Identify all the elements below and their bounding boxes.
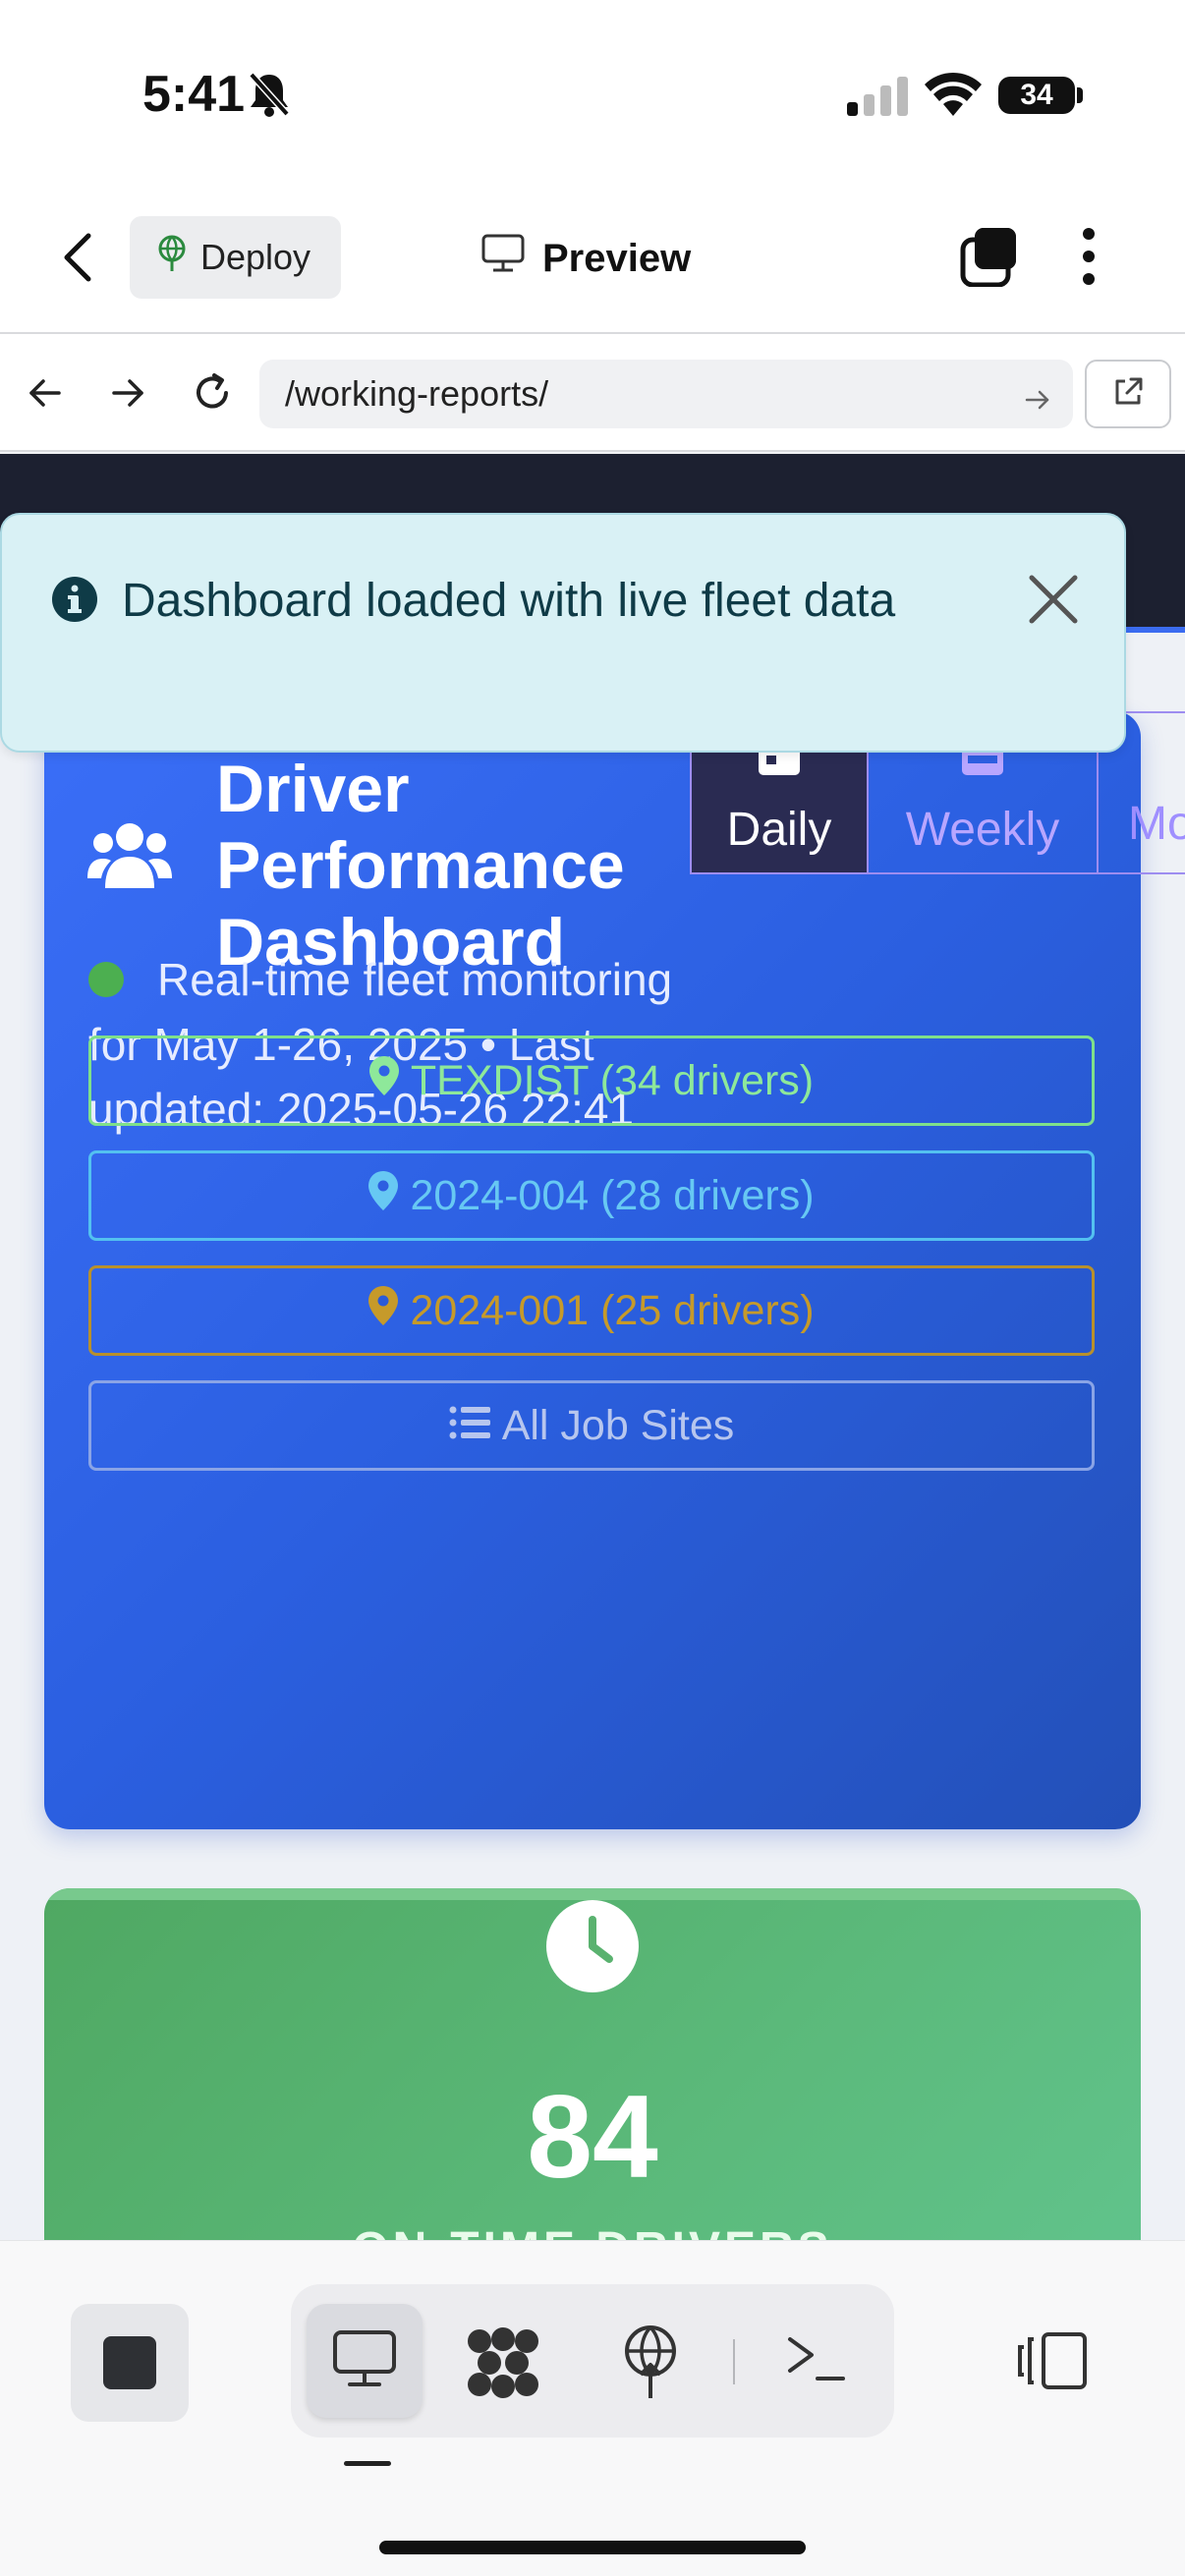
stop-button[interactable] <box>71 2304 189 2422</box>
more-options-icon[interactable] <box>1081 226 1097 292</box>
deploy-icon[interactable] <box>621 2325 680 2405</box>
dashboard-title: Driver Performance Dashboard <box>216 752 625 980</box>
hero-content: Driver Performance Dashboard Daily Weekl… <box>44 711 1185 1829</box>
back-chevron-icon[interactable] <box>59 228 94 292</box>
view-mode-group <box>291 2284 894 2437</box>
preview-label: Preview <box>542 236 692 280</box>
app-header: Deploy Preview <box>0 187 1185 334</box>
jobsite-label: TEXDIST (34 drivers) <box>410 1056 815 1104</box>
browser-toolbar: /working-reports/ <box>0 334 1185 452</box>
wifi-icon <box>924 71 983 121</box>
deploy-button[interactable]: Deploy <box>130 216 341 299</box>
preview-title: Preview <box>481 234 691 283</box>
tab-daily-label: Daily <box>726 803 832 856</box>
info-toast: Dashboard loaded with live fleet data <box>0 513 1126 753</box>
toolbar-divider <box>733 2339 735 2384</box>
all-job-sites-label: All Job Sites <box>501 1401 735 1449</box>
nav-forward-icon[interactable] <box>108 373 147 418</box>
list-icon <box>449 1402 490 1450</box>
external-link-icon <box>1111 375 1145 414</box>
monitor-icon <box>332 2329 397 2393</box>
desktop-view-button[interactable] <box>307 2304 423 2418</box>
status-time: 5:41 <box>142 66 246 123</box>
home-indicator <box>379 2541 806 2554</box>
status-bar: 5:41 34 <box>0 0 1185 187</box>
nav-back-icon[interactable] <box>26 373 65 418</box>
bell-muted-icon <box>248 71 291 123</box>
deploy-icon <box>155 235 189 281</box>
toast-message: Dashboard loaded with live fleet data <box>122 575 896 627</box>
tab-weekly-label: Weekly <box>905 803 1060 856</box>
terminal-icon[interactable] <box>786 2331 845 2391</box>
monitor-icon <box>481 234 525 283</box>
jobsite-button-texdist[interactable]: TEXDIST (34 drivers) <box>88 1036 1095 1126</box>
url-go-icon[interactable] <box>1024 381 1051 422</box>
on-time-drivers-card: 84 ON-TIME DRIVERS <box>44 1888 1141 2240</box>
jobsite-button-2024-004[interactable]: 2024-004 (28 drivers) <box>88 1150 1095 1241</box>
stop-icon <box>103 2336 156 2389</box>
map-marker-icon <box>368 1055 399 1106</box>
jobsite-label: 2024-001 (25 drivers) <box>410 1286 815 1334</box>
jobsite-button-2024-001[interactable]: 2024-001 (25 drivers) <box>88 1265 1095 1356</box>
cluster-icon[interactable] <box>466 2327 540 2403</box>
live-status-dot <box>88 962 124 997</box>
all-job-sites-button[interactable]: All Job Sites <box>88 1380 1095 1471</box>
open-external-button[interactable] <box>1085 360 1171 428</box>
reload-icon[interactable] <box>189 369 236 421</box>
tab-monthly-label: Mo <box>1128 797 1185 850</box>
users-icon <box>87 821 172 895</box>
map-marker-icon <box>368 1170 399 1221</box>
battery-level: 34 <box>1020 79 1053 111</box>
tabs-switcher-icon[interactable] <box>959 226 1020 292</box>
side-panel-icon[interactable] <box>1018 2331 1089 2395</box>
battery-icon: 34 <box>998 77 1075 114</box>
cellular-signal-icon <box>847 77 910 121</box>
jobsite-label: 2024-004 (28 drivers) <box>410 1171 815 1219</box>
url-field[interactable]: /working-reports/ <box>259 360 1073 428</box>
on-time-drivers-label: ON-TIME DRIVERS <box>44 2222 1141 2240</box>
bottom-toolbar <box>0 2240 1185 2576</box>
on-time-drivers-value: 84 <box>527 2071 658 2203</box>
close-icon[interactable] <box>1024 570 1083 634</box>
deploy-label: Deploy <box>200 237 311 277</box>
clock-icon <box>544 1898 641 1999</box>
active-tab-indicator <box>344 2461 391 2466</box>
map-marker-icon <box>368 1285 399 1336</box>
battery-nub <box>1077 87 1083 103</box>
url-text: /working-reports/ <box>285 373 549 414</box>
